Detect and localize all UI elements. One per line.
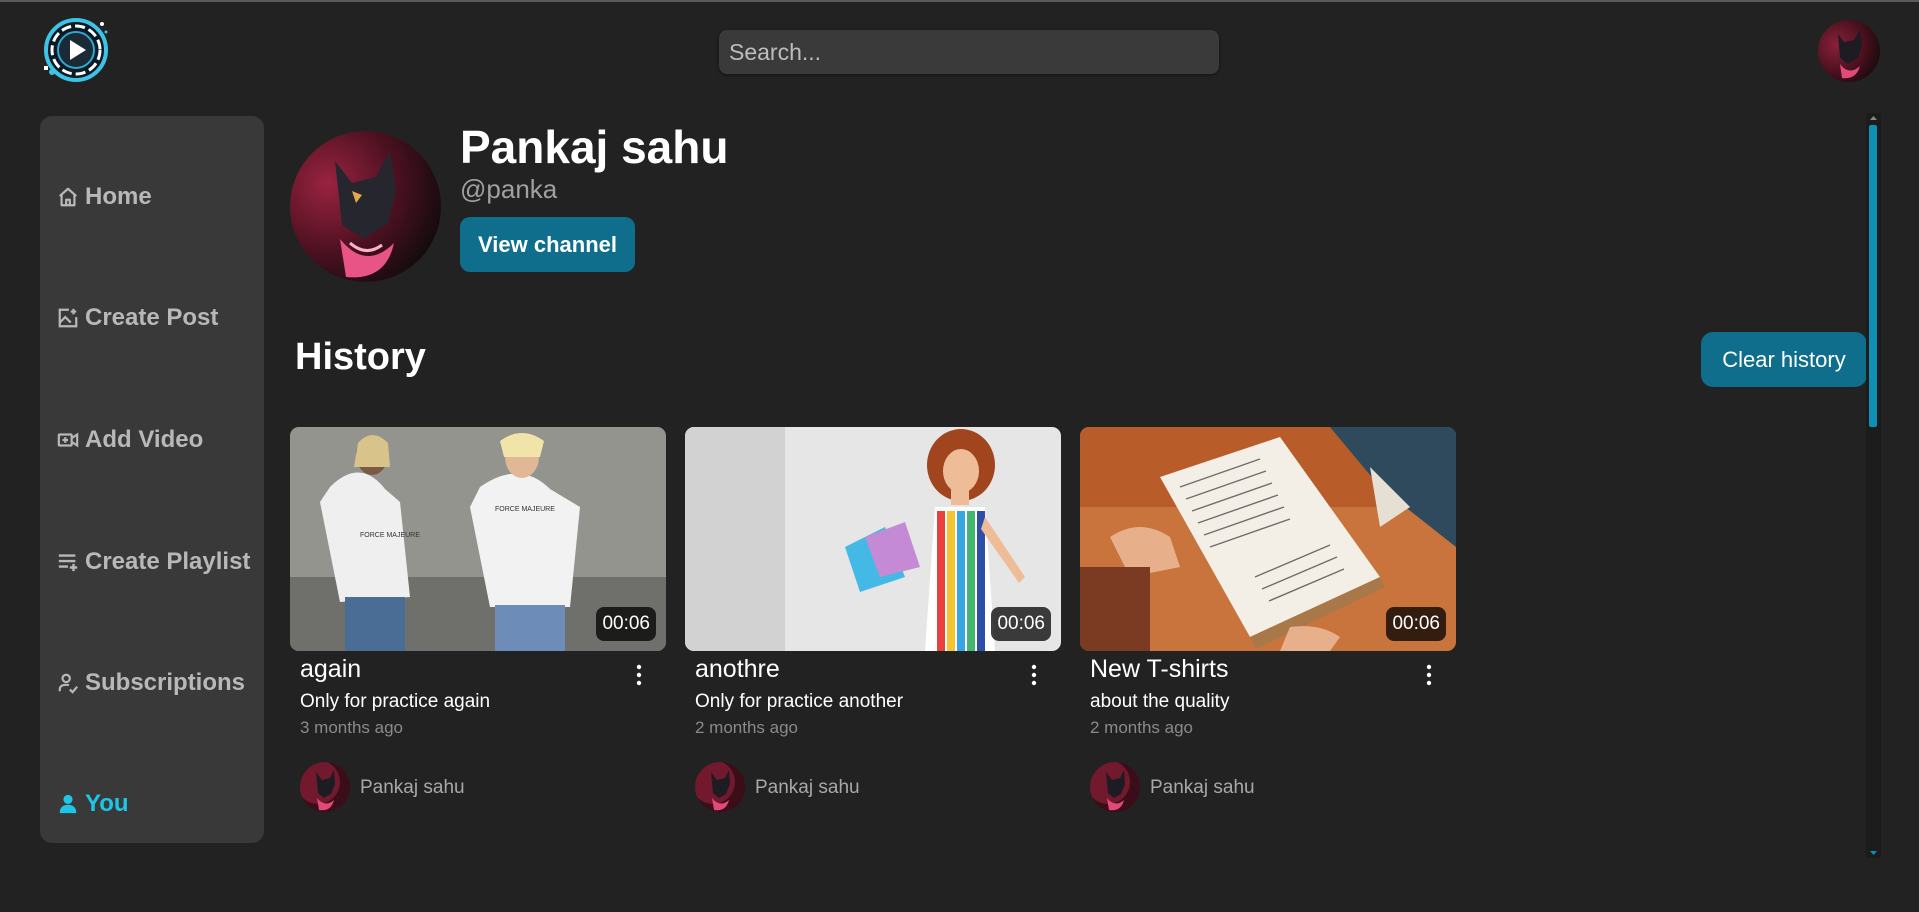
channel-handle: @panka — [460, 174, 558, 204]
scrollbar[interactable] — [1866, 113, 1881, 858]
more-vert-icon[interactable] — [630, 661, 648, 689]
video-thumbnail[interactable]: 00:06 — [685, 427, 1061, 651]
clear-history-button[interactable]: Clear history — [1701, 332, 1867, 387]
owner-avatar[interactable] — [1090, 762, 1140, 812]
video-description: Only for practice another — [695, 691, 904, 712]
search-input[interactable] — [719, 30, 1219, 74]
user-icon — [55, 791, 81, 817]
more-vert-icon[interactable] — [1420, 661, 1438, 689]
owner-avatar[interactable] — [695, 762, 745, 812]
video-card[interactable]: 00:06 New T-shirts about the quality 2 m… — [1080, 427, 1456, 817]
more-vert-icon[interactable] — [1025, 661, 1043, 689]
view-channel-button[interactable]: View channel — [460, 217, 635, 272]
scroll-down-icon[interactable] — [1866, 848, 1881, 858]
video-title[interactable]: New T-shirts — [1090, 655, 1228, 684]
sidebar-item-subscriptions[interactable]: Subscriptions — [55, 661, 245, 705]
sidebar-item-label: Add Video — [85, 426, 204, 453]
scrollbar-thumb[interactable] — [1869, 125, 1877, 427]
video-card[interactable]: 00:06 anothre Only for practice another … — [685, 427, 1061, 817]
video-duration: 00:06 — [991, 607, 1051, 641]
sidebar-item-add-video[interactable]: Add Video — [55, 418, 203, 462]
video-title[interactable]: anothre — [695, 655, 780, 684]
video-thumbnail[interactable]: FORCE MAJEURE FORCE MAJEURE 00:06 — [290, 427, 666, 651]
image-plus-icon — [55, 305, 81, 331]
sidebar-item-you[interactable]: You — [55, 782, 129, 826]
sidebar: Home Create Post Add Video Create Playli… — [40, 116, 264, 843]
video-description: Only for practice again — [300, 691, 491, 712]
sidebar-item-label: You — [85, 790, 129, 817]
video-duration: 00:06 — [596, 607, 656, 641]
sidebar-item-home[interactable]: Home — [55, 175, 152, 219]
video-title[interactable]: again — [300, 655, 361, 684]
home-icon — [55, 184, 81, 210]
video-card[interactable]: FORCE MAJEURE FORCE MAJEURE 00:06 again … — [290, 427, 666, 817]
sidebar-item-label: Home — [85, 183, 152, 210]
video-time-ago: 3 months ago — [300, 718, 404, 737]
user-avatar[interactable] — [1818, 20, 1880, 82]
sidebar-item-label: Create Post — [85, 304, 219, 331]
profile-avatar — [290, 131, 441, 282]
owner-name[interactable]: Pankaj sahu — [1150, 777, 1255, 799]
user-check-icon — [55, 670, 81, 696]
window-top-border — [0, 0, 1919, 2]
sidebar-item-label: Subscriptions — [85, 669, 246, 696]
sidebar-item-create-playlist[interactable]: Create Playlist — [55, 540, 250, 584]
video-description: about the quality — [1090, 691, 1230, 712]
svg-text:FORCE MAJEURE: FORCE MAJEURE — [495, 506, 555, 513]
video-time-ago: 2 months ago — [695, 718, 799, 737]
video-duration: 00:06 — [1386, 607, 1446, 641]
section-title: History — [295, 336, 426, 378]
video-thumbnail[interactable]: 00:06 — [1080, 427, 1456, 651]
video-plus-icon — [55, 427, 81, 453]
channel-name: Pankaj sahu — [460, 121, 729, 173]
owner-name[interactable]: Pankaj sahu — [755, 777, 860, 799]
scroll-up-icon[interactable] — [1866, 113, 1881, 123]
playlist-add-icon — [55, 549, 81, 575]
sidebar-item-label: Create Playlist — [85, 548, 251, 575]
svg-text:FORCE MAJEURE: FORCE MAJEURE — [360, 532, 420, 539]
owner-avatar[interactable] — [300, 762, 350, 812]
play-logo-icon[interactable] — [40, 14, 112, 84]
sidebar-item-create-post[interactable]: Create Post — [55, 296, 218, 340]
owner-name[interactable]: Pankaj sahu — [360, 777, 465, 799]
video-time-ago: 2 months ago — [1090, 718, 1194, 737]
